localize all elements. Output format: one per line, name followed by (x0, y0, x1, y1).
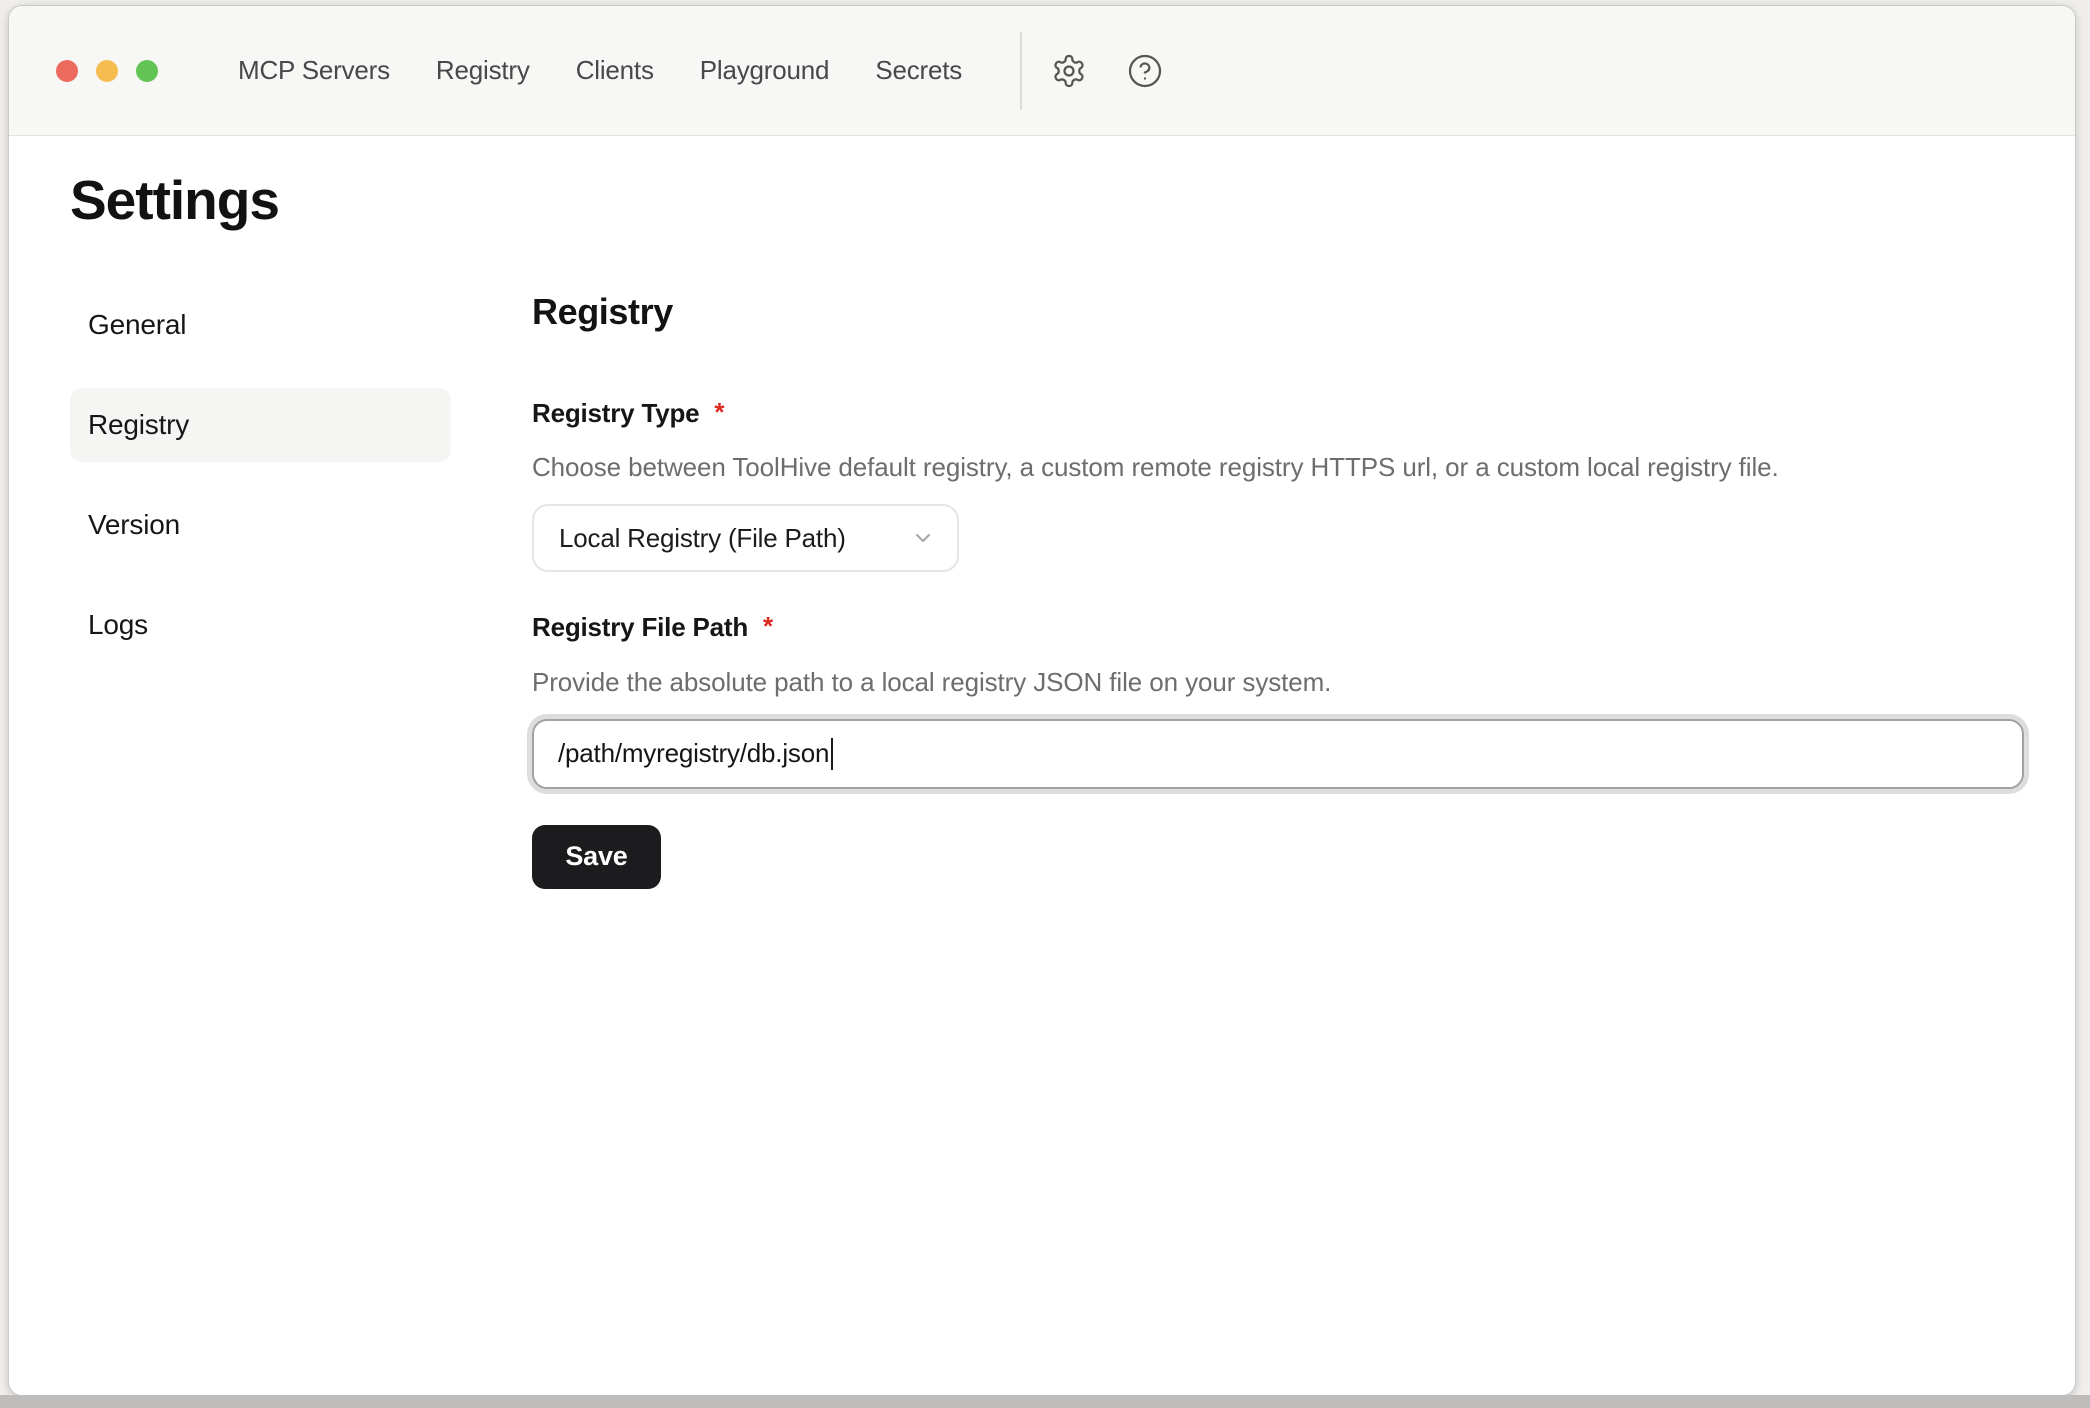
help-icon[interactable] (1126, 52, 1164, 90)
nav-item-mcp-servers[interactable]: MCP Servers (238, 55, 390, 86)
window-titlebar: MCP Servers Registry Clients Playground … (9, 6, 2075, 136)
desktop-background: MCP Servers Registry Clients Playground … (0, 0, 2090, 1408)
titlebar-divider (1020, 32, 1022, 110)
registry-settings-panel: Registry Registry Type * Choose between … (532, 288, 2075, 889)
settings-sidebar: General Registry Version Logs (70, 288, 451, 688)
settings-gear-icon[interactable] (1050, 52, 1088, 90)
sidebar-item-version[interactable]: Version (70, 488, 451, 562)
registry-file-path-description: Provide the absolute path to a local reg… (532, 667, 2075, 698)
registry-type-selected-value: Local Registry (File Path) (559, 523, 846, 554)
traffic-lights (56, 60, 158, 82)
required-asterisk: * (763, 611, 773, 642)
nav-item-registry[interactable]: Registry (436, 55, 530, 86)
registry-file-path-label: Registry File Path (532, 612, 748, 643)
nav-item-playground[interactable]: Playground (700, 55, 830, 86)
text-cursor (831, 738, 833, 770)
sidebar-item-logs[interactable]: Logs (70, 588, 451, 662)
page-title: Settings (70, 172, 2075, 230)
top-navigation: MCP Servers Registry Clients Playground … (238, 55, 962, 86)
registry-file-path-value: /path/myregistry/db.json (558, 738, 829, 769)
registry-type-description: Choose between ToolHive default registry… (532, 452, 2075, 483)
app-window: MCP Servers Registry Clients Playground … (8, 5, 2076, 1396)
nav-item-secrets[interactable]: Secrets (875, 55, 962, 86)
nav-item-clients[interactable]: Clients (576, 55, 654, 86)
minimize-window-button[interactable] (96, 60, 118, 82)
registry-type-label: Registry Type (532, 398, 699, 429)
section-heading: Registry (532, 290, 2075, 333)
registry-type-select[interactable]: Local Registry (File Path) (532, 504, 959, 572)
registry-file-path-input[interactable]: /path/myregistry/db.json (532, 719, 2024, 789)
required-asterisk: * (714, 397, 724, 428)
settings-page: Settings General Registry Version Logs R… (9, 172, 2075, 889)
desktop-bottom-strip (0, 1395, 2090, 1408)
close-window-button[interactable] (56, 60, 78, 82)
zoom-window-button[interactable] (136, 60, 158, 82)
chevron-down-icon (911, 526, 935, 550)
sidebar-item-general[interactable]: General (70, 288, 451, 362)
save-button[interactable]: Save (532, 825, 661, 889)
sidebar-item-registry[interactable]: Registry (70, 388, 451, 462)
